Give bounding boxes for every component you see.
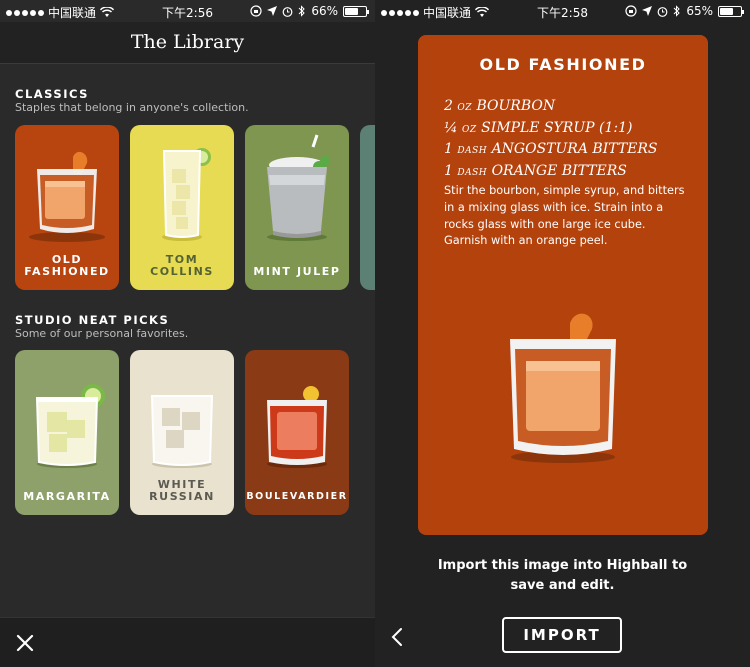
page-title: The Library [130, 31, 245, 53]
battery-percent: 65% [686, 4, 713, 18]
card-label: BOULEVARDIER [246, 491, 348, 502]
bluetooth-icon [298, 5, 306, 17]
nav-bar: The Library [0, 22, 375, 64]
recipe-preview-screen: 中国联通 下午2:58 65% OLD FASHIONED 2 OZ BOURB… [375, 0, 750, 667]
section-subtitle-classics: Staples that belong in anyone's collecti… [15, 101, 249, 114]
battery-icon [343, 5, 369, 17]
ingredient-row: 1 DASH ORANGE BITTERS [444, 162, 627, 179]
alarm-icon [282, 6, 293, 17]
library-screen: 中国联通 下午2:56 66% The Library CLASSICS Sta… [0, 0, 375, 667]
card-label: TOM COLLINS [150, 253, 214, 278]
card-label: MINT JULEP [253, 265, 341, 278]
location-arrow-icon [267, 6, 278, 16]
import-button[interactable]: IMPORT [502, 617, 622, 653]
card-tom-collins[interactable]: TOM COLLINS [130, 125, 234, 290]
battery-percent: 66% [311, 4, 338, 18]
card-label: OLD FASHIONED [24, 253, 110, 278]
section-title-studio-neat-picks: STUDIO NEAT PICKS [15, 313, 170, 327]
status-icons: 66% [250, 4, 369, 18]
recipe-instructions: Stir the bourbon, simple syrup, and bitt… [444, 184, 685, 248]
card-white-russian[interactable]: WHITE RUSSIAN [130, 350, 234, 515]
ingredient-list: 2 OZ BOURBON ¼ OZ SIMPLE SYRUP (1:1) 1 D… [444, 97, 658, 183]
card-label: MARGARITA [23, 490, 111, 503]
lock-rotation-icon [250, 5, 262, 17]
ingredient-row: 2 OZ BOURBON [444, 98, 556, 114]
status-bar: 中国联通 下午2:56 66% [0, 0, 375, 22]
status-bar: 中国联通 下午2:58 65% [375, 0, 750, 22]
bluetooth-icon [673, 5, 681, 17]
section-subtitle-studio-neat-picks: Some of our personal favorites. [15, 327, 189, 340]
location-arrow-icon [642, 6, 653, 16]
card-old-fashioned[interactable]: OLD FASHIONED [15, 125, 119, 290]
recipe-title: OLD FASHIONED [479, 55, 647, 74]
ingredient-row: 1 DASH ANGOSTURA BITTERS [444, 141, 658, 157]
ingredient-row: ¼ OZ SIMPLE SYRUP (1:1) [444, 119, 633, 136]
card-margarita[interactable]: MARGARITA [15, 350, 119, 515]
section-title-classics: CLASSICS [15, 87, 89, 101]
lock-rotation-icon [625, 5, 637, 17]
card-mint-julep[interactable]: MINT JULEP [245, 125, 349, 290]
bottom-toolbar [0, 617, 375, 667]
status-icons: 65% [625, 4, 744, 18]
back-chevron-icon[interactable] [389, 626, 405, 648]
card-partial[interactable] [360, 125, 375, 290]
close-icon[interactable] [14, 632, 36, 654]
card-label: WHITE RUSSIAN [149, 478, 215, 503]
alarm-icon [657, 6, 668, 17]
old-fashioned-glass-illustration [510, 313, 616, 463]
card-boulevardier[interactable]: BOULEVARDIER [245, 350, 349, 515]
battery-icon [718, 5, 744, 17]
recipe-card: OLD FASHIONED 2 OZ BOURBON ¼ OZ SIMPLE S… [418, 35, 708, 535]
import-message: Import this image into Highball to save … [437, 558, 688, 593]
